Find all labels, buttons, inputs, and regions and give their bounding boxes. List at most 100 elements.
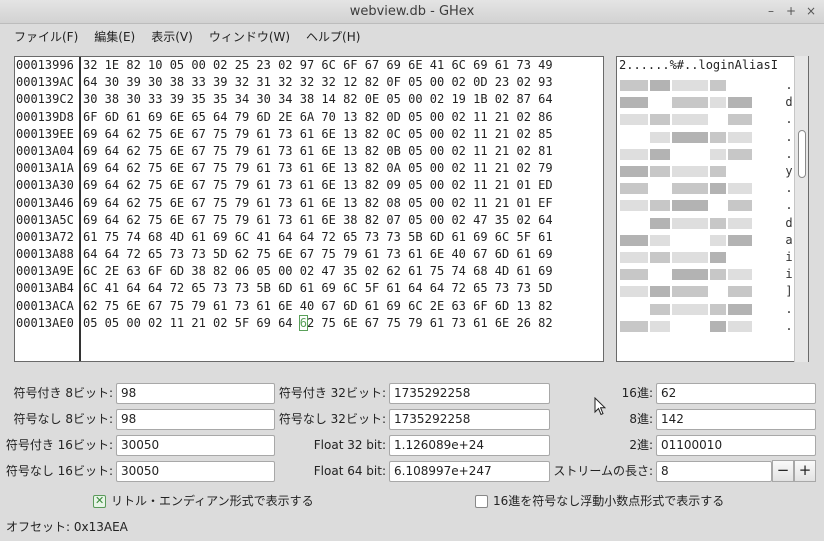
- minimize-icon[interactable]: –: [764, 3, 778, 19]
- signed-32-label: 符号付き 32ビット:: [278, 386, 386, 400]
- hex-cursor[interactable]: 6: [298, 314, 309, 331]
- stream-length-label: ストリームの長さ:: [553, 464, 653, 478]
- ascii-obscured-block: [710, 131, 726, 143]
- stream-length-increment-button[interactable]: +: [794, 460, 816, 482]
- ascii-row-end-char: .: [785, 181, 793, 196]
- little-endian-checkbox[interactable]: [93, 494, 106, 508]
- ascii-obscured-block: [650, 252, 670, 263]
- ascii-row-end-char: .: [785, 301, 793, 316]
- hex-row[interactable]: 69 64 62 75 6E 67 75 79 61 73 61 6E 13 8…: [83, 126, 603, 143]
- ascii-obscured-block: [728, 234, 752, 246]
- ascii-row-end-char: .: [785, 198, 793, 213]
- hex-unsigned-float-label: 16進を符号なし浮動小数点形式で表示する: [493, 494, 725, 508]
- hex-row[interactable]: 6C 2E 63 6F 6D 38 82 06 05 00 02 47 35 0…: [83, 263, 603, 280]
- ascii-obscured-block: [650, 303, 670, 315]
- ascii-obscured-block: [710, 252, 726, 263]
- ascii-row-end-char: ]: [785, 284, 793, 299]
- unsigned-32-label: 符号なし 32ビット:: [278, 412, 386, 426]
- signed-32-field[interactable]: 1735292258: [389, 383, 550, 404]
- unsigned-32-field[interactable]: 1735292258: [389, 409, 550, 430]
- hex-field[interactable]: 62: [656, 383, 816, 404]
- stream-length-decrement-button[interactable]: −: [772, 460, 794, 482]
- ascii-obscured-block: [620, 148, 648, 160]
- ascii-obscured-block: [710, 148, 726, 160]
- hex-row[interactable]: 69 64 62 75 6E 67 75 79 61 73 61 6E 13 8…: [83, 195, 603, 212]
- ascii-obscured-block: [728, 114, 752, 126]
- ascii-obscured-block: [710, 183, 726, 195]
- ascii-obscured-block: [672, 252, 708, 263]
- menu-file[interactable]: ファイル(F): [6, 24, 86, 48]
- ascii-row-end-char: a: [785, 232, 793, 247]
- mouse-pointer-icon: [594, 397, 606, 416]
- ascii-obscured-block: [710, 303, 726, 315]
- hex-unsigned-float-checkbox[interactable]: [475, 495, 488, 508]
- hex-column[interactable]: 32 1E 82 10 05 00 02 25 23 02 97 6C 6F 6…: [83, 57, 603, 361]
- offset-cell: 000139EE: [16, 126, 74, 141]
- hex-row[interactable]: 64 30 39 30 38 33 39 32 31 32 32 32 12 8…: [83, 74, 603, 91]
- menu-help[interactable]: ヘルプ(H): [298, 24, 368, 48]
- menu-view[interactable]: 表示(V): [143, 24, 201, 48]
- unsigned-8-field[interactable]: 98: [116, 409, 275, 430]
- ascii-row-end-char: .: [785, 129, 793, 144]
- menu-edit[interactable]: 編集(E): [86, 24, 143, 48]
- ascii-obscured-block: [620, 252, 648, 263]
- ascii-obscured-block: [650, 217, 670, 229]
- stream-length-input[interactable]: 8: [656, 461, 772, 482]
- menu-window[interactable]: ウィンドウ(W): [201, 24, 298, 48]
- binary-field[interactable]: 01100010: [656, 435, 816, 456]
- hex-row[interactable]: 69 64 62 75 6E 67 75 79 61 73 61 6E 38 8…: [83, 212, 603, 229]
- ascii-obscured-block: [710, 166, 726, 177]
- ascii-obscured-block: [728, 183, 752, 195]
- ascii-obscured-block: [650, 200, 670, 212]
- hex-row[interactable]: 05 05 00 02 11 21 02 5F 69 64 62 75 6E 6…: [83, 314, 603, 332]
- ascii-obscured-block: [620, 114, 648, 126]
- float-32-field[interactable]: 1.126089e+24: [389, 435, 550, 456]
- hex-row[interactable]: 62 75 6E 67 75 79 61 73 61 6E 40 67 6D 6…: [83, 298, 603, 315]
- hex-row[interactable]: 69 64 62 75 6E 67 75 79 61 73 61 6E 13 8…: [83, 177, 603, 194]
- close-icon[interactable]: ×: [804, 3, 818, 19]
- ascii-obscured-block: [620, 320, 648, 332]
- window-title: webview.db - GHex: [349, 4, 475, 19]
- ascii-obscured-block: [710, 97, 726, 109]
- ascii-obscured-block: [672, 97, 708, 109]
- scrollbar[interactable]: [794, 56, 808, 362]
- ascii-obscured-block: [710, 217, 726, 229]
- offset-cell: 00013A46: [16, 195, 74, 210]
- offset-cell: 00013A9E: [16, 264, 74, 279]
- offset-cell: 00013ACA: [16, 298, 74, 313]
- hex-bytes[interactable]: 2 75 6E 67 75 79 61 73 61 6E 26 82: [307, 316, 553, 330]
- unsigned-16-field[interactable]: 30050: [116, 461, 275, 482]
- hex-row[interactable]: 30 38 30 33 39 35 35 34 30 34 38 14 82 0…: [83, 91, 603, 108]
- hex-row[interactable]: 64 64 72 65 73 73 5D 62 75 6E 67 75 79 6…: [83, 246, 603, 263]
- hex-row[interactable]: 61 75 74 68 4D 61 69 6C 41 64 64 72 65 7…: [83, 229, 603, 246]
- binary-label: 2進:: [629, 438, 653, 452]
- hex-row[interactable]: 6C 41 64 64 72 65 73 73 5B 6D 61 69 6C 5…: [83, 280, 603, 297]
- ascii-obscured-block: [672, 200, 708, 212]
- offset-cell: 00013A88: [16, 247, 74, 262]
- scrollbar-thumb[interactable]: [798, 130, 806, 178]
- hex-row[interactable]: 32 1E 82 10 05 00 02 25 23 02 97 6C 6F 6…: [83, 57, 603, 74]
- ascii-row-end-char: i: [785, 267, 793, 282]
- ascii-obscured-block: [650, 166, 670, 177]
- hex-row[interactable]: 69 64 62 75 6E 67 75 79 61 73 61 6E 13 8…: [83, 160, 603, 177]
- ascii-obscured-block: [650, 80, 670, 91]
- ascii-row-end-char: .: [785, 112, 793, 127]
- ascii-obscured-block: [728, 269, 752, 281]
- ascii-row-end-char: .: [785, 78, 793, 92]
- hex-row[interactable]: 6F 6D 61 69 6E 65 64 79 6D 2E 6A 70 13 8…: [83, 109, 603, 126]
- ascii-obscured-block: [672, 286, 708, 298]
- signed-8-label: 符号付き 8ビット:: [13, 386, 114, 400]
- hex-bytes[interactable]: 05 05 00 02 11 21 02 5F 69 64: [83, 316, 300, 330]
- ascii-obscured-block: [728, 320, 752, 332]
- ascii-pane[interactable]: 2......%#..loginAliasI . d... y.. d a i i]..: [616, 56, 809, 362]
- signed-8-field[interactable]: 98: [116, 383, 275, 404]
- hex-row[interactable]: 69 64 62 75 6E 67 75 79 61 73 61 6E 13 8…: [83, 143, 603, 160]
- octal-field[interactable]: 142: [656, 409, 816, 430]
- float-64-field[interactable]: 6.108997e+247: [389, 461, 550, 482]
- signed-16-field[interactable]: 30050: [116, 435, 275, 456]
- offset-cell: 00013A30: [16, 178, 74, 193]
- ascii-obscured-block: [728, 217, 752, 229]
- offset-cell: 00013A72: [16, 229, 74, 244]
- hex-editor-pane[interactable]: 00013996 000139AC 000139C2 000139D8 000139EE…: [14, 56, 604, 362]
- maximize-icon[interactable]: +: [784, 3, 798, 19]
